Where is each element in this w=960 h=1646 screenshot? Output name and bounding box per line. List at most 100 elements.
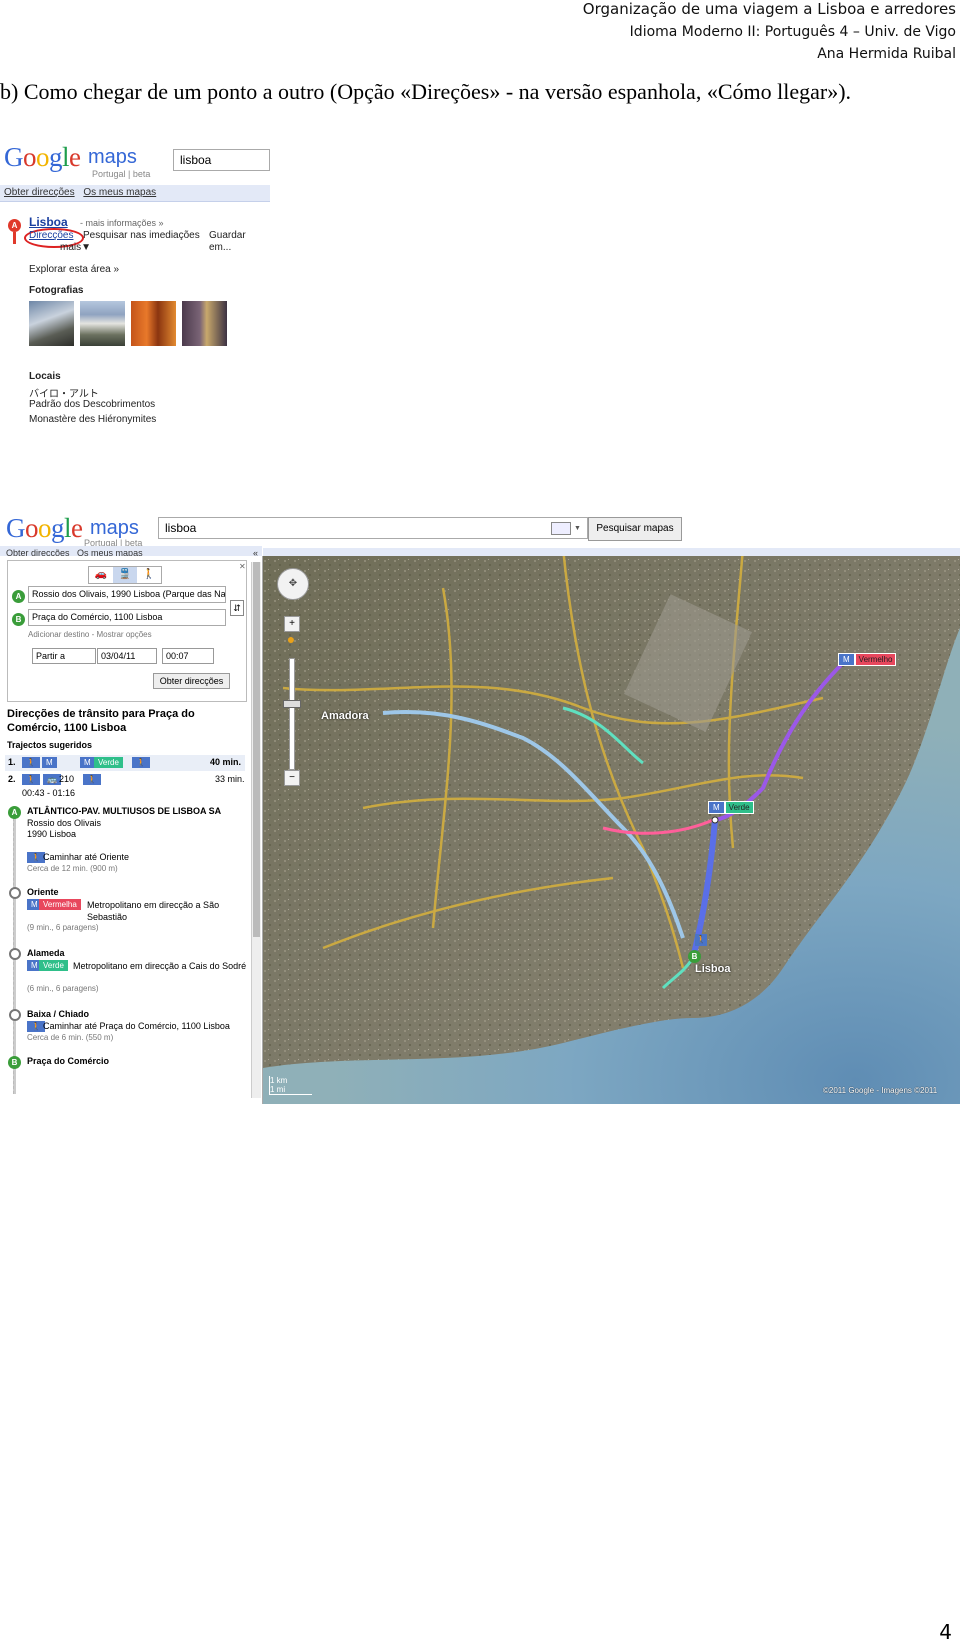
metro-icon: M	[80, 757, 95, 768]
marker-b-icon: B	[8, 1056, 21, 1069]
region-label: Portugal | beta	[92, 169, 151, 179]
step-text: Caminhar até Oriente	[43, 852, 130, 862]
scale-bar: 1 km 1 mi	[269, 1076, 312, 1095]
zoom-slider[interactable]	[289, 658, 295, 770]
more-info-link[interactable]: - mais informações »	[80, 218, 164, 228]
explore-link[interactable]: Explorar esta área »	[29, 264, 119, 275]
step-duration: Cerca de 12 min. (900 m)	[27, 864, 118, 873]
zoom-out-button[interactable]: −	[284, 770, 300, 786]
walk-icon: 🚶	[132, 757, 150, 768]
tab-directions[interactable]: Obter direcções	[4, 187, 75, 198]
marker-a-icon: A	[8, 806, 21, 819]
stop-marker	[711, 816, 719, 824]
stop-name: Baixa / Chiado	[27, 1009, 90, 1019]
place-link[interactable]: Padrão dos Descobrimentos	[29, 399, 155, 410]
map-copyright: ©2011 Google - Imagens ©2011	[823, 1086, 938, 1095]
maps-screenshot-place: Google maps Portugal | beta lisboa Obter…	[0, 144, 270, 434]
get-directions-button[interactable]: Obter direcções	[153, 673, 230, 689]
header-title: Organização de uma viagem a Lisboa e arr…	[582, 0, 956, 18]
step-duration: (6 min., 6 paragens)	[27, 984, 99, 993]
zoom-slider-handle[interactable]	[283, 700, 301, 708]
header-author: Ana Hermida Ruibal	[817, 46, 956, 62]
tab-my-maps[interactable]: Os meus mapas	[83, 187, 156, 198]
marker-b-icon: B	[12, 613, 25, 626]
metro-icon: M	[838, 653, 855, 666]
route-duration: 33 min.	[215, 774, 245, 784]
metro-icon: M	[708, 801, 725, 814]
time-input[interactable]: 00:07	[162, 648, 214, 664]
route-option[interactable]: 2. 🚶 🚌 210 🚶 33 min. 00:43 - 01:16	[5, 772, 245, 800]
places-heading: Locais	[29, 371, 61, 382]
map-canvas	[263, 548, 960, 1104]
end-name: Praça do Comércio	[27, 1056, 110, 1066]
search-input[interactable]: lisboa	[173, 149, 270, 171]
start-name: ATLÂNTICO-PAV. MULTIUSOS DE LISBOA SA	[27, 806, 222, 816]
walk-icon: 🚶	[695, 934, 707, 946]
maps-wordmark: maps	[88, 146, 137, 168]
map-top-bar	[263, 548, 960, 556]
maps-screenshot-directions: Google maps Portugal | beta lisboa ▼ Pes…	[0, 510, 960, 1104]
photo-thumbnail[interactable]	[80, 301, 125, 346]
route-number: 2.	[8, 774, 16, 784]
to-input[interactable]: Praça do Comércio, 1100 Lisboa	[28, 609, 226, 626]
marker-a-icon: A	[12, 590, 25, 603]
directions-link[interactable]: Direcções	[29, 230, 73, 241]
step-duration: Cerca de 6 min. (550 m)	[27, 1033, 114, 1042]
stop-dot	[9, 1009, 21, 1021]
photos-heading: Fotografias	[29, 285, 84, 296]
add-destination-link[interactable]: Adicionar destino - Mostrar opções	[28, 630, 152, 639]
walk-icon: 🚶	[22, 757, 40, 768]
place-title[interactable]: Lisboa	[29, 215, 68, 229]
from-input[interactable]: Rossio dos Olivais, 1990 Lisboa (Parque …	[28, 586, 226, 603]
route-duration: 40 min.	[210, 757, 242, 767]
step-text: Metropolitano em direcção a São Sebastiã…	[87, 900, 220, 922]
pegman-icon[interactable]: ●	[282, 631, 300, 657]
photo-thumbnail[interactable]	[131, 301, 176, 346]
close-icon[interactable]: ✕	[239, 562, 246, 571]
search-maps-button[interactable]: Pesquisar mapas	[588, 517, 682, 541]
travel-mode-group: 🚗 🚆 🚶	[88, 566, 162, 584]
walk-icon[interactable]: 🚶	[137, 567, 161, 583]
pan-control-icon[interactable]: ✥	[277, 568, 309, 600]
marker-a-icon[interactable]: A	[8, 219, 21, 232]
step-text: Caminhar até Praça do Comércio, 1100 Lis…	[43, 1021, 230, 1031]
chevron-down-icon[interactable]: ▼	[574, 525, 581, 532]
step-duration: (9 min., 6 paragens)	[27, 923, 99, 932]
satellite-map[interactable]: ✥ + ● − Amadora Lisboa M Vermelho M Verde …	[263, 548, 960, 1104]
save-link[interactable]: Guardar em...	[209, 230, 269, 254]
stop-dot	[9, 887, 21, 899]
marker-b-icon[interactable]: B	[688, 950, 701, 963]
google-logo: Google	[6, 513, 83, 543]
page-number: 4	[939, 1620, 952, 1644]
photo-thumbnail[interactable]	[29, 301, 74, 346]
result-title: Direcções de trânsito para Praça do Comé…	[7, 708, 195, 734]
car-icon[interactable]: 🚗	[89, 567, 113, 583]
marker-stem	[13, 232, 16, 244]
directions-panel: 🚗 🚆 🚶 ✕ A Rossio dos Olivais, 1990 Lisbo…	[0, 556, 263, 1104]
walk-icon: 🚶	[22, 774, 40, 785]
scrollbar-thumb[interactable]	[253, 562, 260, 937]
search-input[interactable]: lisboa	[158, 517, 588, 539]
metro-label-vermelho: M Vermelho	[838, 653, 897, 666]
metro-label-verde: M Verde	[708, 801, 754, 814]
swap-icon[interactable]: ⇵	[230, 600, 244, 616]
more-link[interactable]: mais▼	[60, 242, 91, 253]
zoom-in-button[interactable]: +	[284, 616, 300, 632]
place-link[interactable]: Monastère des Hiéronymites	[29, 414, 156, 425]
route-option[interactable]: 1. 🚶 M M Verde 🚶 40 min.	[5, 755, 245, 771]
nearby-link[interactable]: Pesquisar nas imediações	[83, 230, 200, 241]
transit-icon[interactable]: 🚆	[113, 567, 137, 583]
photo-thumbnail[interactable]	[182, 301, 227, 346]
map-label-amadora: Amadora	[321, 710, 369, 722]
start-address: 1990 Lisboa	[27, 829, 77, 839]
map-label-lisboa: Lisboa	[695, 963, 731, 975]
place-link[interactable]: バイロ・アルト	[29, 385, 99, 400]
intro-paragraph: b) Como chegar de um ponto a outro (Opçã…	[0, 79, 852, 104]
keyboard-icon[interactable]	[551, 522, 571, 535]
depart-select[interactable]: Partir a	[32, 648, 96, 664]
panel-scrollbar[interactable]	[251, 562, 261, 1098]
date-input[interactable]: 03/04/11	[97, 648, 157, 664]
tabs-bar: Obter direcções Os meus mapas	[0, 185, 270, 202]
route-number: 1.	[8, 757, 16, 767]
suggested-routes-heading: Trajectos sugeridos	[7, 740, 93, 750]
